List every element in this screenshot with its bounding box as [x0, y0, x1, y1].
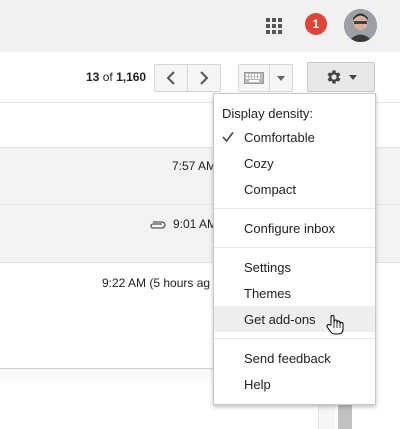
mail-time: 7:57 AM — [172, 159, 217, 173]
send-feedback-item[interactable]: Send feedback — [214, 345, 375, 371]
density-compact[interactable]: Compact — [214, 176, 375, 202]
notification-badge[interactable]: 1 — [305, 13, 327, 35]
caret-down-icon — [349, 74, 357, 80]
menu-divider — [214, 208, 375, 209]
older-button[interactable] — [187, 64, 221, 92]
chevron-left-icon — [166, 71, 175, 85]
get-addons-item[interactable]: Get add-ons — [214, 306, 375, 332]
settings-button[interactable] — [307, 62, 375, 92]
menu-divider — [214, 247, 375, 248]
pager-start: 13 — [86, 70, 100, 84]
apps-grid-icon[interactable] — [265, 17, 283, 35]
density-header: Display density: — [222, 106, 314, 121]
caret-down-icon — [277, 75, 285, 81]
paperclip-icon — [148, 218, 166, 229]
gear-icon — [327, 70, 341, 84]
mail-time: 9:01 AM — [173, 217, 218, 231]
pager-total: 1,160 — [116, 70, 147, 84]
pager-text: 13 of 1,160 — [86, 70, 146, 84]
newer-button[interactable] — [154, 64, 188, 92]
themes-item[interactable]: Themes — [214, 280, 375, 306]
configure-inbox-item[interactable]: Configure inbox — [214, 215, 375, 241]
top-header — [0, 0, 400, 52]
help-item[interactable]: Help — [214, 371, 375, 397]
avatar[interactable] — [344, 9, 377, 42]
settings-item[interactable]: Settings — [214, 254, 375, 280]
input-tools-button[interactable] — [238, 64, 270, 92]
density-cozy[interactable]: Cozy — [214, 150, 375, 176]
keyboard-icon — [244, 72, 264, 84]
chevron-right-icon — [200, 71, 209, 85]
mail-time: 9:22 AM (5 hours ag — [102, 276, 211, 290]
input-tools-dropdown[interactable] — [269, 64, 293, 92]
hand-cursor-icon — [325, 314, 345, 336]
menu-divider — [214, 338, 375, 339]
pager-of: of — [102, 70, 113, 84]
density-comfortable[interactable]: Comfortable — [214, 124, 375, 150]
